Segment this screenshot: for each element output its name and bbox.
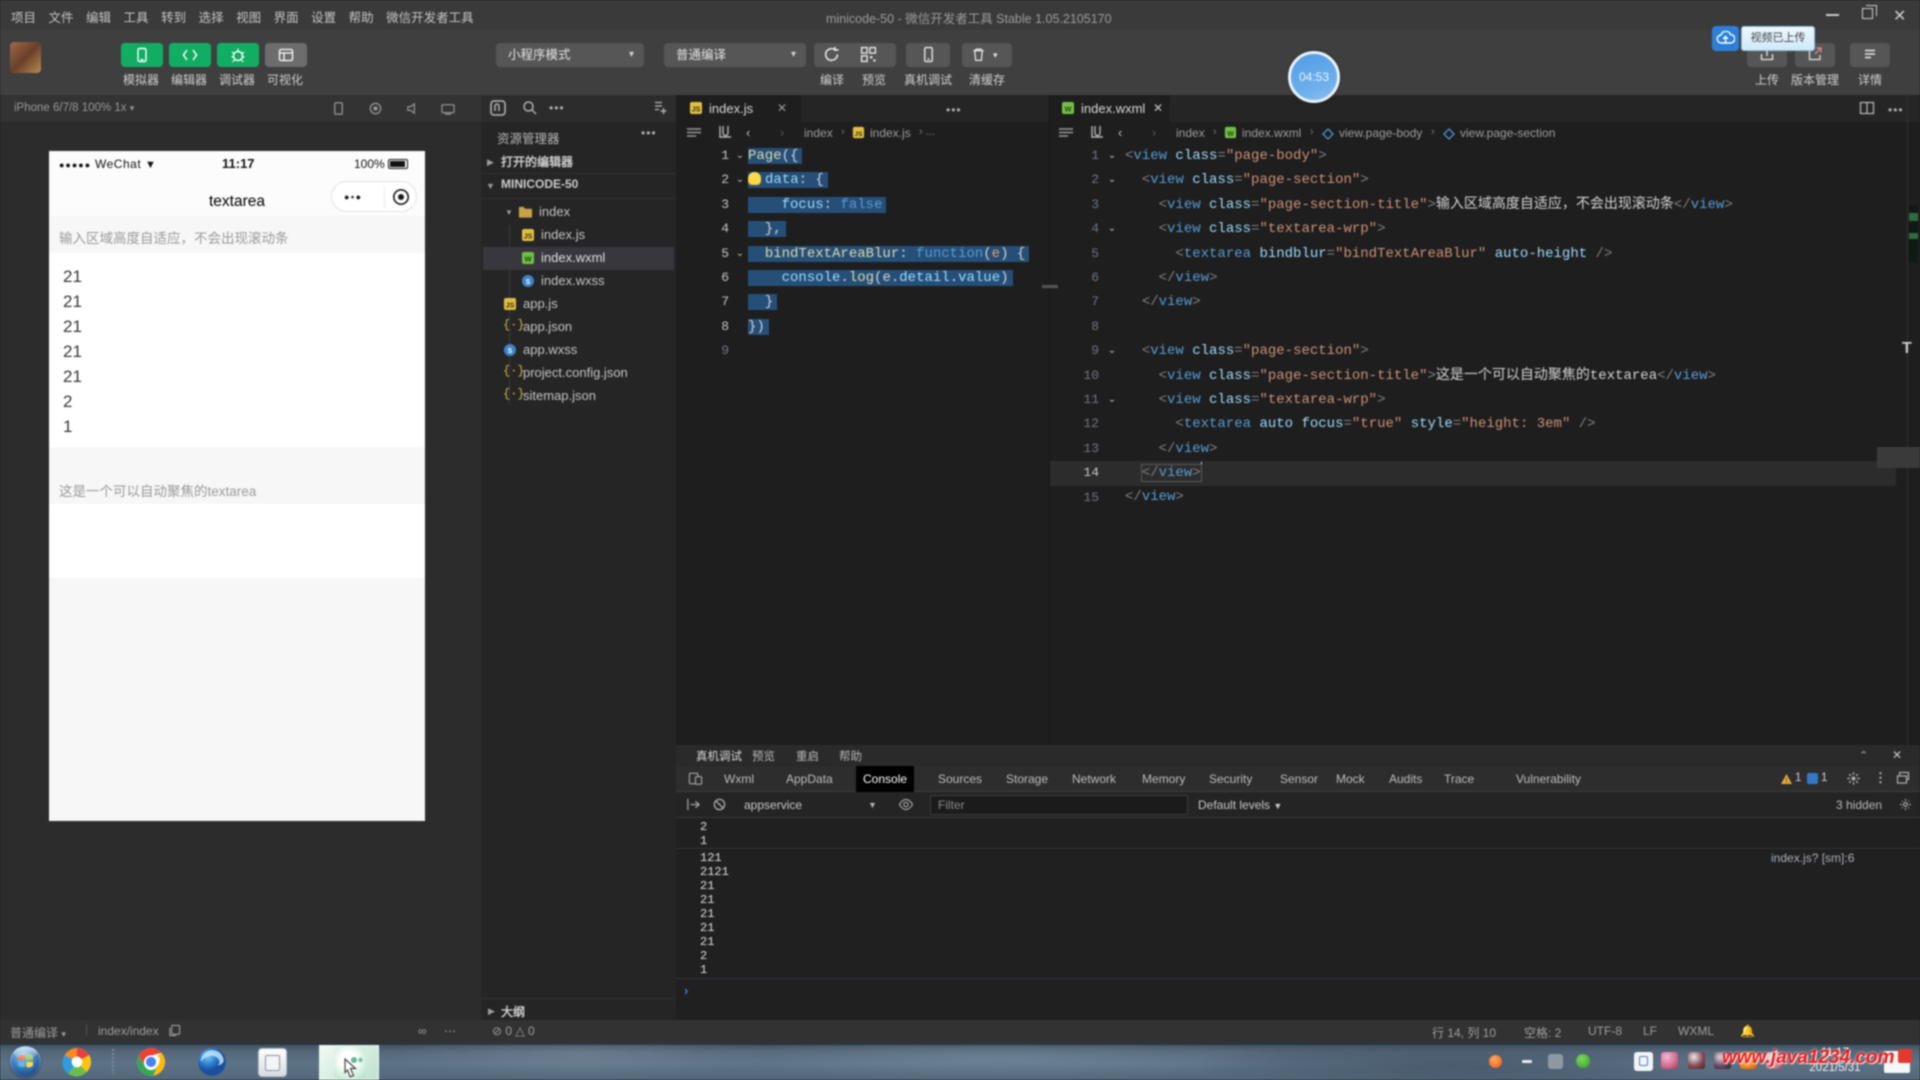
svg-text:S: S (526, 279, 531, 286)
svg-text:JS: JS (692, 107, 701, 114)
svg-text:W: W (1064, 105, 1072, 114)
svg-text:JS: JS (524, 234, 533, 241)
svg-text:!: ! (1786, 778, 1788, 785)
svg-text:S: S (508, 348, 513, 355)
svg-text:JS: JS (855, 131, 864, 138)
svg-text:JS: JS (506, 303, 515, 310)
svg-text:W: W (1227, 131, 1234, 138)
svg-text:W: W (524, 255, 532, 264)
